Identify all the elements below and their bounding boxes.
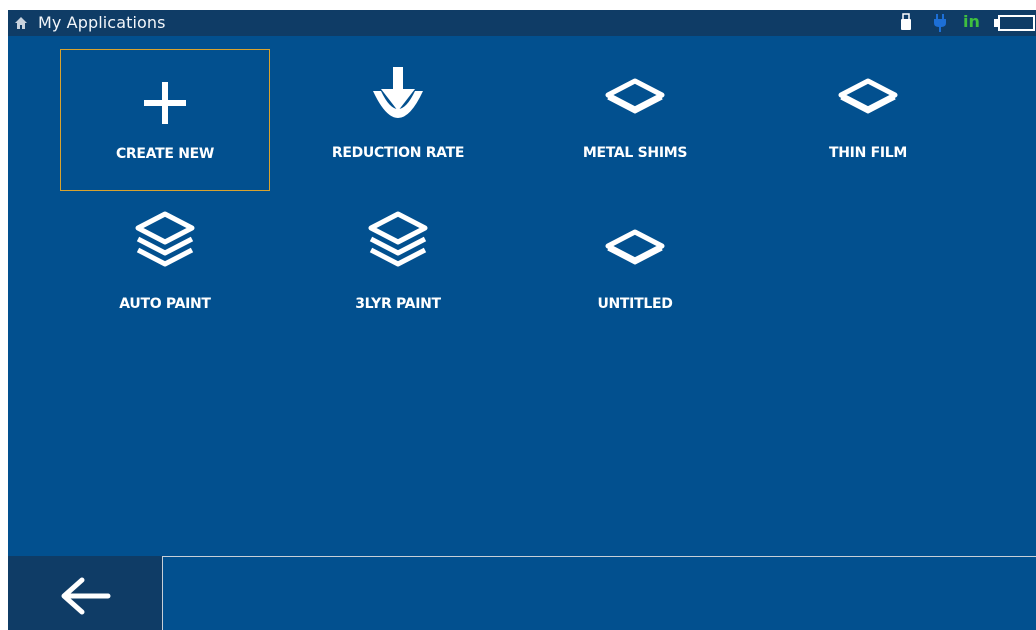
status-indicator-text: in [963, 12, 980, 31]
back-arrow-icon [61, 577, 111, 615]
reduction-arrow-icon [373, 67, 423, 118]
app-tile-auto-paint[interactable]: AUTO PAINT [60, 200, 270, 342]
app-tile-reduction-rate[interactable]: REDUCTION RATE [293, 49, 503, 191]
power-plug-icon [934, 14, 946, 32]
multi-layer-icon [135, 211, 195, 267]
app-tile-untitled[interactable]: UNTITLED [530, 200, 740, 342]
bottom-panel [162, 556, 1036, 630]
plus-icon [144, 82, 186, 124]
title-bar: My Applications in [8, 10, 1036, 36]
app-tile-label: REDUCTION RATE [331, 145, 465, 161]
app-tile-thin-film[interactable]: THIN FILM [763, 49, 973, 191]
back-button[interactable] [8, 556, 162, 630]
app-tile-create-new[interactable]: CREATE NEW [60, 49, 270, 191]
app-tile-label: 3LYR PAINT [355, 296, 441, 312]
single-layer-icon [605, 78, 665, 114]
app-tile-label: CREATE NEW [115, 146, 215, 162]
multi-layer-icon [368, 211, 428, 267]
app-tile-3lyr-paint[interactable]: 3LYR PAINT [293, 200, 503, 342]
single-layer-icon [605, 229, 665, 265]
battery-icon [994, 15, 1035, 31]
single-layer-icon [838, 78, 898, 114]
app-tile-label: UNTITLED [597, 296, 673, 312]
app-tile-label: AUTO PAINT [119, 296, 211, 312]
home-icon[interactable] [14, 16, 28, 30]
bottom-bar [8, 556, 1036, 630]
usb-drive-icon [901, 13, 911, 30]
app-tile-metal-shims[interactable]: METAL SHIMS [530, 49, 740, 191]
app-screen: My Applications in CREATE NEW REDUCTION … [8, 10, 1036, 630]
app-tile-label: THIN FILM [829, 145, 907, 161]
app-tile-label: METAL SHIMS [582, 145, 688, 161]
page-title: My Applications [38, 13, 166, 32]
